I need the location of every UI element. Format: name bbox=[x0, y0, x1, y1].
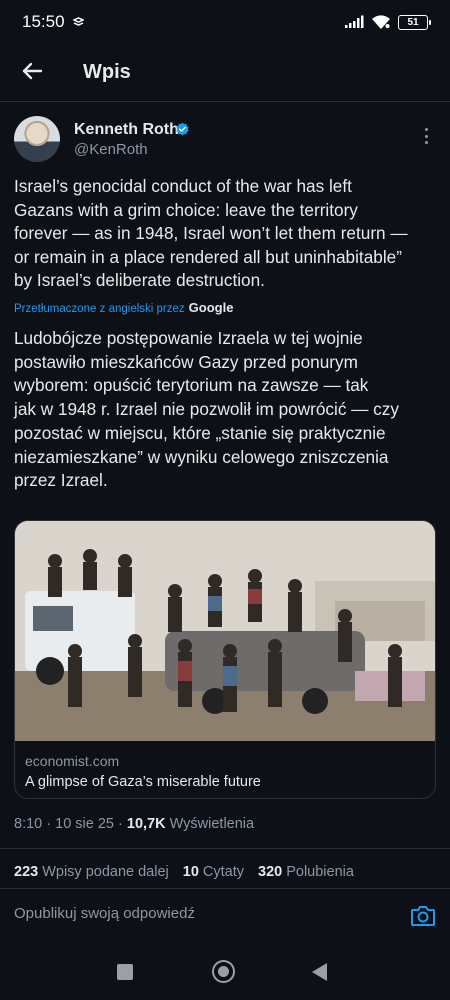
avatar[interactable] bbox=[14, 116, 60, 162]
reposts-stat[interactable]: 223 Wpisy podane dalej bbox=[14, 864, 169, 880]
link-card[interactable]: economist.com A glimpse of Gaza’s misera… bbox=[14, 520, 436, 799]
post-date: 10 sie 25 bbox=[55, 816, 114, 832]
system-nav-bar bbox=[0, 940, 450, 1000]
card-title: A glimpse of Gaza’s miserable future bbox=[25, 774, 261, 790]
translated-label: Przetłumaczone z angielski przez bbox=[14, 303, 185, 315]
verified-badge-icon bbox=[176, 122, 189, 136]
home-icon[interactable] bbox=[212, 960, 235, 983]
header-divider bbox=[0, 101, 450, 102]
crowd-photo bbox=[15, 521, 435, 741]
arrow-left-icon[interactable] bbox=[20, 59, 44, 83]
quotes-stat[interactable]: 10 Cytaty bbox=[183, 864, 244, 880]
reply-input[interactable]: Opublikuj swoją odpowiedź bbox=[14, 905, 195, 922]
views-count: 10,7K bbox=[126, 816, 166, 832]
sync-icon bbox=[72, 16, 84, 26]
meta-divider bbox=[0, 848, 450, 849]
camera-icon[interactable] bbox=[410, 904, 436, 928]
stats-divider bbox=[0, 888, 450, 889]
post-author: Kenneth Roth @KenRoth bbox=[14, 116, 436, 166]
status-bar: 15:50 51 bbox=[0, 0, 450, 44]
top-app-bar: Wpis bbox=[0, 44, 450, 100]
wifi-icon bbox=[372, 14, 390, 29]
page-title: Wpis bbox=[83, 61, 131, 83]
quotes-label: Cytaty bbox=[202, 864, 244, 880]
likes-label: Polubienia bbox=[286, 864, 354, 880]
signal-icon bbox=[345, 15, 364, 28]
post-meta: 8:10 · 10 sie 25 · 10,7K Wyświetlenia bbox=[14, 816, 255, 832]
recents-icon[interactable] bbox=[117, 964, 133, 980]
battery-icon: 51 bbox=[398, 14, 431, 30]
quotes-count: 10 bbox=[182, 864, 199, 880]
google-logo: Google bbox=[188, 300, 234, 315]
battery-level: 51 bbox=[407, 16, 419, 28]
card-domain: economist.com bbox=[25, 753, 120, 769]
views-label: Wyświetlenia bbox=[169, 816, 255, 832]
more-options-icon[interactable] bbox=[418, 126, 434, 146]
author-handle[interactable]: @KenRoth bbox=[74, 141, 148, 158]
reposts-label: Wpisy podane dalej bbox=[42, 864, 169, 880]
back-triangle-icon[interactable] bbox=[312, 963, 327, 981]
translation-attribution[interactable]: Przetłumaczone z angielski przez Google bbox=[14, 300, 233, 315]
author-name[interactable]: Kenneth Roth bbox=[74, 121, 179, 139]
status-time: 15:50 bbox=[22, 12, 65, 31]
post-translation: Ludobójcze postępowanie Izraela w tej wo… bbox=[14, 328, 399, 491]
post-time: 8:10 bbox=[14, 816, 43, 832]
post-stats: 223 Wpisy podane dalej 10 Cytaty 320 Polubi… bbox=[14, 864, 354, 880]
likes-stat[interactable]: 320 Polubienia bbox=[258, 864, 354, 880]
reposts-count: 223 bbox=[14, 864, 39, 880]
likes-count: 320 bbox=[258, 864, 283, 880]
card-image bbox=[15, 521, 435, 741]
post-text: Israel’s genocidal conduct of the war ha… bbox=[14, 176, 408, 290]
